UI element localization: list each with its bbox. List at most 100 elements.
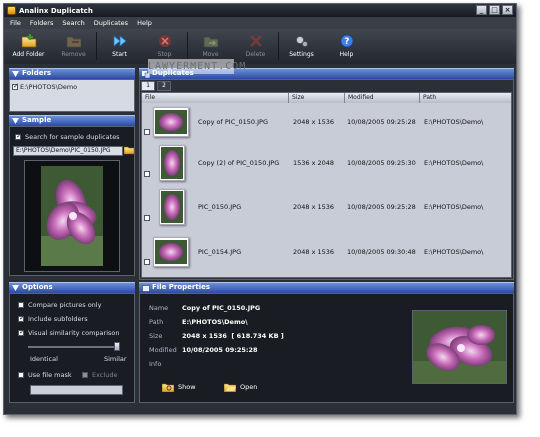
collapse-icon[interactable] — [12, 71, 19, 77]
table-row[interactable]: Copy of PIC_0150.JPG 2048 x 1536 10/08/2… — [143, 105, 510, 139]
row-checkbox[interactable] — [144, 215, 150, 221]
title-bar: Analinx Duplicatch _ □ × — [4, 4, 516, 17]
properties-preview — [412, 310, 507, 384]
path-cell: E:\PHOTOS\Demo\ — [424, 159, 484, 167]
path-cell: E:\PHOTOS\Demo\ — [424, 118, 484, 126]
settings-button[interactable]: Settings — [279, 29, 324, 64]
slider-label-similar: Similar — [104, 355, 127, 363]
minimize-button[interactable]: _ — [476, 5, 487, 15]
sample-search-checkbox[interactable] — [15, 132, 22, 140]
visual-similarity-option[interactable]: Visual similarity comparison — [18, 328, 119, 337]
prop-name-value: Copy of PIC_0150.JPG — [182, 304, 261, 312]
file-name-cell: Copy (2) of PIC_0150.JPG — [198, 159, 280, 167]
stop-icon — [157, 33, 173, 48]
size-cell: 2048 x 1536 — [293, 203, 335, 211]
file-mask-checkbox[interactable] — [18, 372, 24, 378]
menu-search[interactable]: Search — [62, 19, 84, 27]
file-mask-option[interactable]: Use file mask — [18, 371, 72, 379]
prop-size-value: 2048 x 1536 [ 618.734 KB ] — [182, 332, 284, 340]
duplicate-group-tabs: 1 2 — [141, 81, 241, 91]
menu-help[interactable]: Help — [137, 19, 152, 27]
tab-group-1[interactable]: 1 — [141, 81, 155, 91]
options-panel-header[interactable]: Options — [9, 282, 135, 293]
flower-photo-image — [413, 311, 506, 383]
show-button[interactable]: Show — [162, 382, 196, 392]
table-row[interactable]: PIC_0154.JPG 2048 x 1536 10/08/2005 09:3… — [143, 235, 510, 269]
prop-path-value: E:\PHOTOS\Demo\ — [182, 318, 248, 326]
toolbar: Add Folder Remove Start Stop Move Delete… — [4, 29, 516, 64]
maximize-button[interactable]: □ — [489, 5, 500, 15]
include-subfolders-checkbox[interactable] — [18, 314, 25, 322]
row-checkbox[interactable] — [144, 259, 150, 265]
app-window: Analinx Duplicatch _ □ × File Folders Se… — [3, 3, 517, 415]
delete-button[interactable]: Delete — [233, 29, 278, 64]
menu-bar: File Folders Search Duplicates Help — [4, 17, 516, 29]
help-icon: ? — [339, 33, 355, 48]
prop-modified-label: Modified — [149, 346, 177, 354]
row-checkbox[interactable] — [144, 171, 150, 177]
column-header-path[interactable]: Path — [420, 93, 511, 103]
similarity-slider-thumb[interactable] — [114, 342, 120, 351]
app-logo-icon — [7, 6, 16, 15]
modified-cell: 10/08/2005 09:25:28 — [347, 203, 416, 211]
remove-folder-button[interactable]: Remove — [51, 29, 96, 64]
tab-group-2[interactable]: 2 — [157, 81, 171, 91]
visual-similarity-checkbox[interactable] — [18, 328, 25, 336]
options-panel: Compare pictures only Include subfolders… — [9, 293, 135, 403]
file-mask-input[interactable] — [30, 385, 123, 395]
size-cell: 1536 x 2048 — [293, 159, 335, 167]
add-folder-button[interactable]: Add Folder — [6, 29, 51, 64]
help-button[interactable]: ? Help — [324, 29, 369, 64]
row-checkbox[interactable] — [144, 129, 150, 135]
column-header-size[interactable]: Size — [289, 93, 345, 103]
properties-icon — [142, 285, 150, 292]
prop-modified-value: 10/08/2005 09:25:28 — [182, 346, 258, 354]
file-properties-panel: Name Copy of PIC_0150.JPG Path E:\PHOTOS… — [139, 293, 514, 403]
column-header-modified[interactable]: Modified — [345, 93, 420, 103]
sample-panel: Search for sample duplicates E:\PHOTOS\D… — [9, 126, 135, 276]
close-button[interactable]: × — [502, 5, 513, 15]
modified-cell: 10/08/2005 09:25:28 — [347, 118, 416, 126]
open-folder-icon — [224, 383, 236, 392]
include-subfolders-option[interactable]: Include subfolders — [18, 314, 88, 323]
sample-panel-header[interactable]: Sample — [9, 115, 135, 126]
size-cell: 2048 x 1536 — [293, 248, 335, 256]
browse-folder-icon[interactable] — [123, 145, 135, 156]
move-icon — [203, 33, 219, 48]
menu-duplicates[interactable]: Duplicates — [94, 19, 128, 27]
folder-checkbox[interactable] — [12, 82, 19, 90]
table-row[interactable]: Copy (2) of PIC_0150.JPG 1536 x 2048 10/… — [143, 145, 510, 181]
compare-pictures-checkbox[interactable] — [18, 302, 24, 308]
menu-file[interactable]: File — [10, 19, 21, 27]
column-header-file[interactable]: File — [142, 93, 289, 103]
open-button[interactable]: Open — [224, 382, 257, 392]
prop-path-label: Path — [149, 318, 164, 326]
exclude-option[interactable]: Exclude — [82, 371, 117, 379]
folders-panel-header[interactable]: Folders — [9, 68, 135, 79]
prop-name-label: Name — [149, 304, 169, 312]
similarity-slider-track[interactable] — [28, 346, 120, 348]
sample-path-field[interactable]: E:\PHOTOS\Demo\PIC_0150.JPG — [13, 146, 123, 156]
collapse-icon[interactable] — [12, 285, 19, 291]
thumbnail-image — [153, 237, 189, 267]
add-folder-icon — [21, 33, 37, 48]
sample-search-option[interactable]: Search for sample duplicates — [15, 132, 120, 141]
table-row[interactable]: PIC_0150.JPG 2048 x 1536 10/08/2005 09:2… — [143, 189, 510, 225]
show-folder-icon — [162, 383, 174, 392]
thumbnail-image — [159, 189, 185, 225]
flower-photo-image — [41, 166, 103, 266]
modified-cell: 10/08/2005 09:25:30 — [347, 159, 416, 167]
exclude-checkbox[interactable] — [82, 372, 88, 378]
file-properties-panel-header: File Properties — [139, 282, 514, 293]
size-cell: 2048 x 1536 — [293, 118, 335, 126]
compare-pictures-option[interactable]: Compare pictures only — [18, 301, 101, 309]
svg-text:?: ? — [344, 37, 349, 47]
collapse-icon[interactable] — [12, 118, 19, 124]
sample-preview — [24, 160, 120, 272]
start-button[interactable]: Start — [97, 29, 142, 64]
watermark-text: LAWYERMENT.COM — [148, 59, 247, 74]
prop-size-label: Size — [149, 332, 163, 340]
file-name-cell: Copy of PIC_0150.JPG — [198, 118, 268, 126]
folder-tree-item[interactable]: E:\PHOTOS\Demo — [10, 80, 134, 94]
menu-folders[interactable]: Folders — [30, 19, 53, 27]
